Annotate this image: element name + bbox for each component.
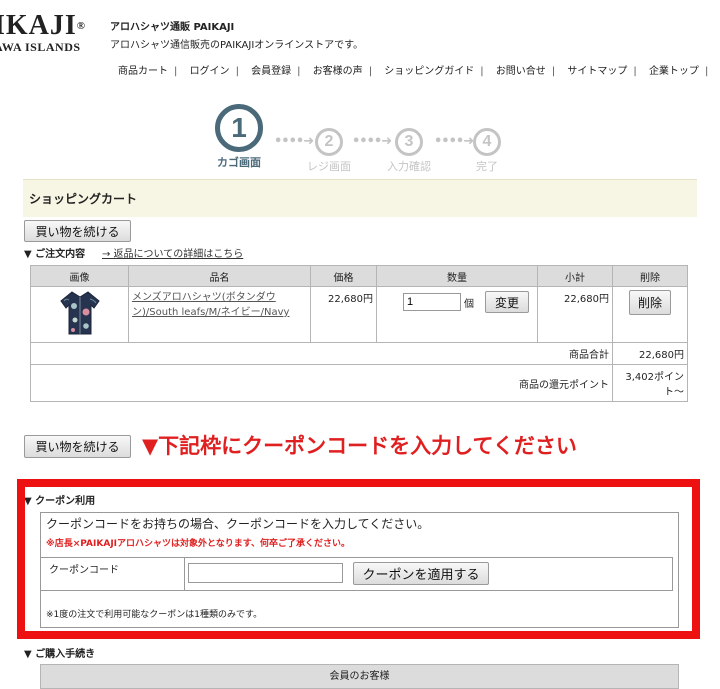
product-name-link[interactable]: メンズアロハシャツ(ボタンダウン)/South leafs/M/ネイビー/Nav… (132, 292, 289, 318)
step-label-register: レジ画面 (307, 160, 351, 173)
change-quantity-button[interactable]: 変更 (485, 291, 529, 313)
col-subtotal: 小計 (537, 265, 613, 287)
logo-text: IKAJI (0, 10, 77, 41)
coupon-instruction-banner: ▼下記枠にクーポンコードを入力してください (142, 434, 577, 458)
delete-item-button[interactable]: 削除 (629, 290, 671, 315)
continue-shopping-button-bottom[interactable]: 買い物を続ける (24, 435, 131, 458)
total-label: 商品合計 (30, 342, 613, 365)
step-complete: 4 完了 (466, 128, 508, 174)
nav-contact[interactable]: お問い合せ (496, 66, 546, 77)
nav-separator: | (297, 66, 301, 77)
nav-separator: | (174, 66, 178, 77)
logo-subtitle: AWA ISLANDS (0, 40, 81, 54)
quantity-input[interactable] (403, 293, 461, 311)
coupon-highlight-frame (17, 479, 700, 639)
order-contents-title: ▼ ご注文内容 (24, 249, 86, 260)
col-price: 価格 (310, 265, 377, 287)
product-name-cell: メンズアロハシャツ(ボタンダウン)/South leafs/M/ネイビー/Nav… (128, 286, 311, 343)
col-delete: 削除 (612, 265, 688, 287)
cart-heading: ショッピングカート (23, 179, 697, 217)
nav-register[interactable]: 会員登録 (251, 66, 291, 77)
step-number-2-icon: 2 (315, 128, 343, 156)
quantity-unit: 個 (464, 298, 474, 310)
paikaji-logo[interactable]: IKAJI® AWA ISLANDS (0, 10, 87, 55)
nav-separator: | (551, 66, 556, 77)
step-label-complete: 完了 (476, 160, 498, 173)
shop-description: アロハシャツ通信販売のPAIKAJIオンラインストアです。 (110, 40, 364, 51)
col-product: 品名 (128, 265, 311, 287)
step-register: 2 レジ画面 (304, 128, 354, 174)
checkout-progress: 1 カゴ画面 ••••➜ 2 レジ画面 ••••➜ 3 入力確認 ••••➜ 4… (210, 104, 510, 174)
nav-sitemap[interactable]: サイトマップ (567, 66, 627, 77)
nav-login[interactable]: ログイン (190, 66, 230, 77)
product-subtotal: 22,680円 (537, 286, 613, 343)
shop-name: アロハシャツ通販 PAIKAJI (110, 22, 235, 33)
step-number-3-icon: 3 (395, 128, 423, 156)
nav-corporate-top[interactable]: 企業トップ (649, 66, 699, 77)
points-label: 商品の還元ポイント (30, 364, 613, 402)
nav-separator: | (633, 66, 637, 77)
return-policy-link[interactable]: → 返品についての詳細はこちら (102, 245, 243, 260)
member-customer-heading: 会員のお客様 (40, 664, 679, 689)
purchase-section-title: ▼ ご購入手続き (24, 649, 96, 660)
aloha-shirt-thumbnail[interactable] (59, 290, 100, 336)
delete-cell: 削除 (612, 286, 688, 343)
table-row: メンズアロハシャツ(ボタンダウン)/South leafs/M/ネイビー/Nav… (30, 286, 688, 343)
nav-separator: | (704, 66, 709, 77)
cart-table: 画像 品名 価格 数量 小計 削除 メンズアロハシャツ(ボタンダウン)/Sout… (30, 265, 688, 402)
step-label-confirm: 入力確認 (387, 160, 431, 173)
nav-customer-voice[interactable]: お客様の声 (313, 66, 363, 77)
nav-shopping-guide[interactable]: ショッピングガイド (384, 66, 474, 77)
col-image: 画像 (30, 265, 129, 287)
top-navigation: 商品カート | ログイン | 会員登録 | お客様の声 | ショッピングガイド | お問い… (118, 62, 717, 77)
nav-separator: | (368, 66, 373, 77)
step-number-4-icon: 4 (473, 128, 501, 156)
step-label-cart: カゴ画面 (217, 156, 261, 169)
points-row: 商品の還元ポイント 3,402ポイント～ (30, 364, 688, 402)
step-confirm: 3 入力確認 (383, 128, 435, 174)
nav-separator: | (480, 66, 484, 77)
logo-registered-mark: ® (76, 20, 87, 32)
step-number-1-icon: 1 (215, 104, 263, 152)
points-value: 3,402ポイント～ (612, 364, 688, 402)
product-price: 22,680円 (310, 286, 377, 343)
col-quantity: 数量 (376, 265, 538, 287)
continue-shopping-button-top[interactable]: 買い物を続ける (24, 220, 131, 242)
quantity-cell: 個 変更 (376, 286, 538, 343)
total-row: 商品合計 22,680円 (30, 342, 688, 365)
nav-cart[interactable]: 商品カート (118, 66, 168, 77)
total-value: 22,680円 (612, 342, 688, 365)
product-image-cell (30, 286, 129, 343)
step-cart: 1 カゴ画面 (210, 104, 268, 170)
cart-table-header: 画像 品名 価格 数量 小計 削除 (30, 265, 688, 287)
nav-separator: | (235, 66, 239, 77)
